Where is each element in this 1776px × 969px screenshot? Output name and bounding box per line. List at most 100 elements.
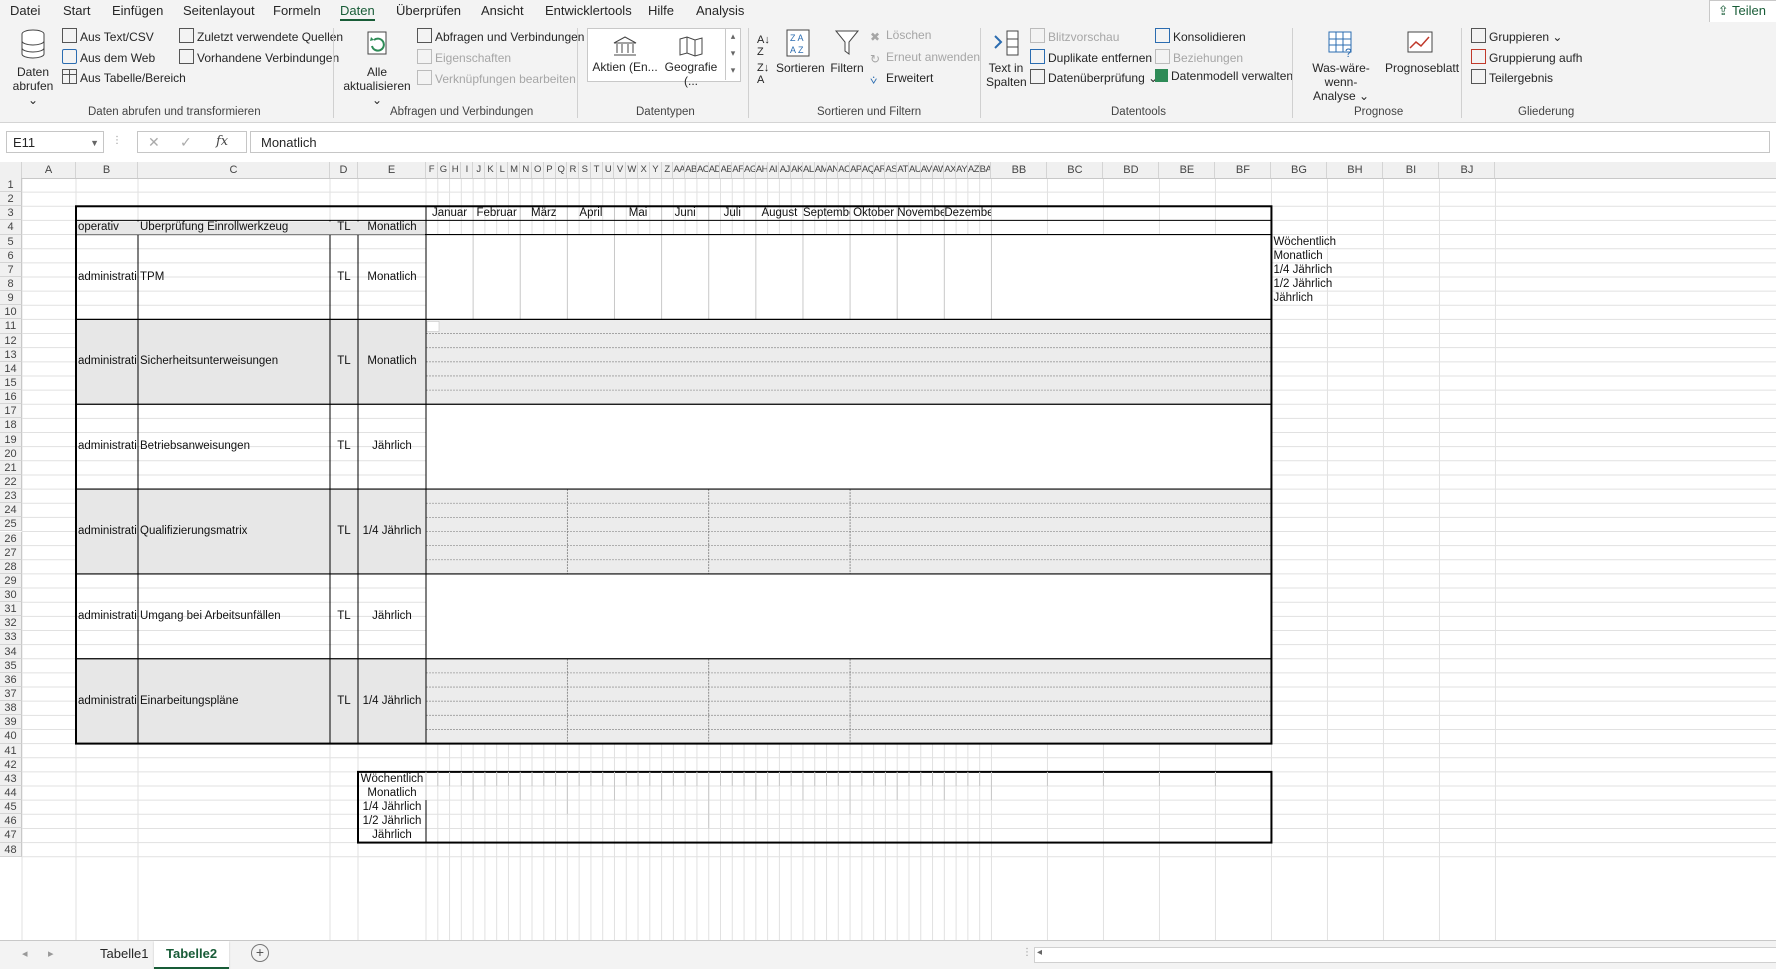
column-header-o[interactable]: O: [532, 162, 544, 178]
row-header-10[interactable]: 10: [0, 305, 22, 320]
next-sheet-icon[interactable]: ▸: [48, 947, 54, 960]
chevron-down-icon[interactable]: ▼: [90, 132, 99, 154]
add-sheet-icon[interactable]: +: [251, 944, 269, 962]
column-header-be[interactable]: BE: [1159, 162, 1216, 178]
task-frequency[interactable]: Monatlich: [358, 235, 426, 320]
row-header-39[interactable]: 39: [0, 715, 22, 730]
column-header-ap[interactable]: AP: [850, 162, 862, 178]
row-header-4[interactable]: 4: [0, 220, 22, 235]
column-header-n[interactable]: N: [520, 162, 532, 178]
row-header-37[interactable]: 37: [0, 687, 22, 702]
legend-item[interactable]: 1/4 Jährlich: [358, 800, 426, 814]
column-header-u[interactable]: U: [603, 162, 615, 178]
column-header-ad[interactable]: AD: [709, 162, 721, 178]
month-header[interactable]: Februar: [473, 206, 520, 220]
column-header-am[interactable]: AM: [815, 162, 827, 178]
column-header-aq[interactable]: AQ: [862, 162, 874, 178]
sheet-tab-tabelle1[interactable]: Tabelle1: [88, 941, 160, 967]
month-header[interactable]: August: [756, 206, 803, 220]
task-tl[interactable]: TL: [330, 574, 358, 659]
column-header-bh[interactable]: BH: [1327, 162, 1384, 178]
column-header-ac[interactable]: AC: [697, 162, 709, 178]
column-header-ay[interactable]: AY: [956, 162, 968, 178]
edit-links-button[interactable]: Verknüpfungen bearbeiten: [417, 70, 576, 86]
column-header-p[interactable]: P: [544, 162, 556, 178]
column-header-az[interactable]: AZ: [968, 162, 980, 178]
sort-button[interactable]: Z A A Z Sortieren: [776, 28, 825, 75]
row-header-40[interactable]: 40: [0, 729, 22, 744]
tab-scroll-divider-icon[interactable]: ⋮: [1022, 947, 1032, 958]
properties-button[interactable]: Eigenschaften: [417, 49, 511, 65]
formula-input[interactable]: Monatlich: [250, 131, 1770, 153]
column-header-bc[interactable]: BC: [1047, 162, 1104, 178]
row-header-7[interactable]: 7: [0, 262, 22, 277]
task-name[interactable]: Umgang bei Arbeitsunfällen: [138, 574, 332, 659]
row-header-41[interactable]: 41: [0, 743, 22, 758]
row-header-8[interactable]: 8: [0, 276, 22, 292]
row-header-9[interactable]: 9: [0, 291, 22, 306]
row-header-21[interactable]: 21: [0, 460, 22, 475]
legend-item[interactable]: Monatlich: [358, 786, 426, 800]
task-tl[interactable]: TL: [330, 659, 358, 744]
task-tl[interactable]: TL: [330, 319, 358, 404]
row-header-33[interactable]: 33: [0, 630, 22, 645]
row-header-34[interactable]: 34: [0, 644, 22, 659]
existing-connections-button[interactable]: Vorhandene Verbindungen: [179, 49, 339, 65]
row-header-18[interactable]: 18: [0, 418, 22, 433]
scroll-left-icon[interactable]: ◂: [1037, 947, 1042, 958]
column-header-bf[interactable]: BF: [1215, 162, 1272, 178]
from-text-csv-button[interactable]: Aus Text/CSV: [62, 28, 154, 44]
column-header-v[interactable]: V: [614, 162, 627, 178]
filter-button[interactable]: Filtern: [828, 28, 866, 75]
column-header-aj[interactable]: AJ: [779, 162, 792, 178]
column-header-d[interactable]: D: [330, 162, 358, 178]
select-all-corner[interactable]: [0, 162, 22, 178]
row-header-22[interactable]: 22: [0, 474, 22, 490]
column-header-ar[interactable]: AR: [874, 162, 886, 178]
sort-az-button[interactable]: A↓ Z: [757, 34, 770, 58]
flash-fill-button[interactable]: Blitzvorschau: [1030, 28, 1119, 44]
validation-list-item[interactable]: 1/4 Jährlich: [1271, 263, 1359, 277]
column-header-c[interactable]: C: [138, 162, 330, 178]
column-header-y[interactable]: Y: [650, 162, 662, 178]
task-name[interactable]: Betriebsanweisungen: [138, 404, 332, 489]
row-header-28[interactable]: 28: [0, 559, 22, 574]
row-header-38[interactable]: 38: [0, 701, 22, 716]
month-header[interactable]: Oktober: [850, 206, 897, 220]
menu-datei[interactable]: Datei: [10, 3, 40, 18]
column-header-an[interactable]: AN: [827, 162, 839, 178]
menu-hilfe[interactable]: Hilfe: [648, 3, 674, 18]
column-header-av[interactable]: AV: [921, 162, 933, 178]
column-header-q[interactable]: Q: [556, 162, 568, 178]
row-header-32[interactable]: 32: [0, 616, 22, 631]
row-header-46[interactable]: 46: [0, 814, 22, 829]
column-header-ax[interactable]: AX: [944, 162, 957, 178]
advanced-filter-button[interactable]: ⩒ Erweitert: [870, 71, 933, 87]
row-header-26[interactable]: 26: [0, 531, 22, 546]
menu-seitenlayout[interactable]: Seitenlayout: [183, 3, 255, 18]
column-header-aa[interactable]: AA: [673, 162, 686, 178]
column-header-a[interactable]: A: [22, 162, 76, 178]
column-header-bg[interactable]: BG: [1271, 162, 1328, 178]
task-type[interactable]: administrati: [76, 489, 140, 574]
data-model-button[interactable]: Datenmodell verwalten: [1155, 69, 1293, 83]
row-header-13[interactable]: 13: [0, 347, 22, 362]
task-type[interactable]: administrati: [76, 404, 140, 489]
horizontal-scrollbar[interactable]: ◂: [1034, 947, 1776, 963]
menu-entwicklertools[interactable]: Entwicklertools: [545, 3, 632, 18]
column-header-ag[interactable]: AG: [744, 162, 756, 178]
column-header-au[interactable]: AU: [909, 162, 921, 178]
column-header-af[interactable]: AF: [732, 162, 745, 178]
month-header[interactable]: April: [567, 206, 614, 220]
gallery-scroll[interactable]: ▴ ▾ ▾: [725, 28, 740, 80]
task-name[interactable]: Qualifizierungsmatrix: [138, 489, 332, 574]
row-header-25[interactable]: 25: [0, 517, 22, 532]
validation-list-item[interactable]: Monatlich: [1271, 249, 1359, 263]
row-header-19[interactable]: 19: [0, 432, 22, 447]
column-header-f[interactable]: F: [426, 162, 438, 178]
legend-item[interactable]: Wöchentlich: [358, 772, 426, 786]
menu-einfügen[interactable]: Einfügen: [112, 3, 163, 18]
consolidate-button[interactable]: Konsolidieren: [1155, 28, 1246, 44]
row-header-17[interactable]: 17: [0, 404, 22, 419]
legend-item[interactable]: Jährlich: [358, 828, 426, 842]
